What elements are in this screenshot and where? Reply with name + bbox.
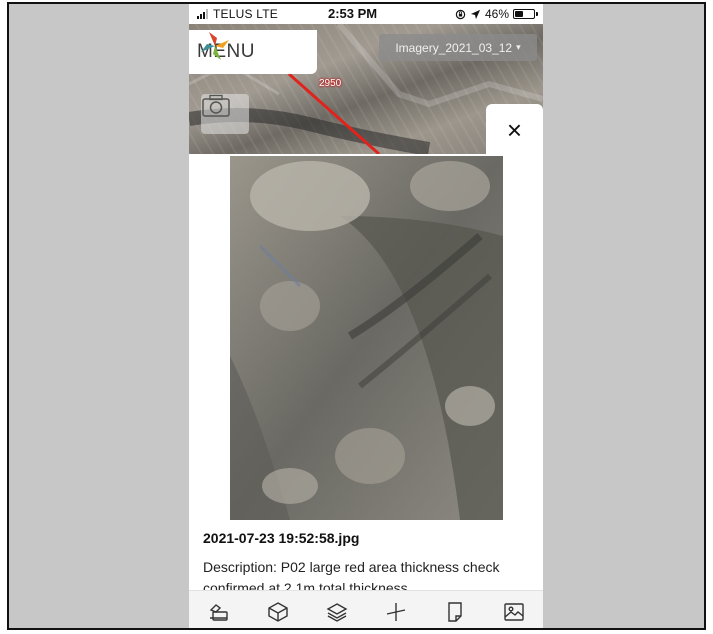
note-icon [447,602,462,622]
status-bar: TELUS LTE 2:53 PM 46% [189,4,543,24]
signal-icon [197,9,211,19]
phone-screen: TELUS LTE 2:53 PM 46% MENU Imagery_2021_… [189,4,543,628]
battery-icon [513,9,538,19]
camera-icon [202,94,230,117]
location-arrow-icon [470,9,481,19]
menu-button[interactable]: MENU [189,30,317,74]
orientation-lock-icon [455,9,466,19]
layers-icon [326,603,347,622]
close-icon: × [506,114,523,145]
route-label: 2950 [319,78,342,89]
status-indicators: 46% [455,7,538,21]
tool-layers[interactable] [323,598,351,626]
imagery-label: Imagery_2021_03_12 [395,40,513,55]
close-button[interactable]: × [486,104,543,156]
tool-photos[interactable] [500,598,528,626]
chevron-down-icon: ▾ [516,42,521,52]
app-logo-icon [201,32,229,60]
measure-icon [386,603,405,621]
tool-map[interactable] [205,598,233,626]
screenshot-frame: TELUS LTE 2:53 PM 46% MENU Imagery_2021_… [7,2,706,630]
map-icon [209,604,228,621]
imagery-dropdown[interactable]: Imagery_2021_03_12 ▾ [379,34,537,61]
cube-icon [267,602,288,622]
bottom-toolbar [189,590,543,628]
photo-filename: 2021-07-23 19:52:58.jpg [203,530,360,546]
carrier-label: TELUS LTE [213,7,278,21]
battery-percent: 46% [484,7,509,21]
camera-button[interactable] [201,94,249,134]
tool-notes[interactable] [441,598,469,626]
photo-panel: 2021-07-23 19:52:58.jpg Description: P02… [189,154,543,628]
image-icon [503,603,524,621]
status-time: 2:53 PM [328,6,378,21]
site-photo[interactable] [230,156,503,520]
photo-description: Description: P02 large red area thicknes… [203,559,500,591]
site-photo-image [230,156,503,520]
tool-measure[interactable] [382,598,410,626]
tool-3d[interactable] [264,598,292,626]
